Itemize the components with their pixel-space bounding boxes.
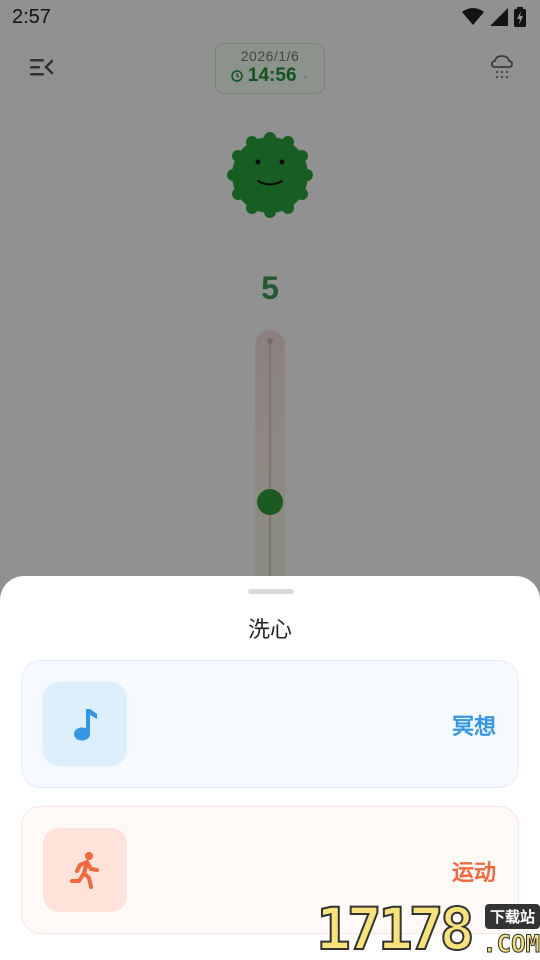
meditation-label: 冥想 <box>451 715 496 740</box>
running-person-icon <box>70 852 99 889</box>
sheet-drag-handle[interactable] <box>248 589 294 594</box>
watermark-suffix: .COM <box>482 930 540 959</box>
watermark-tag: 下载站 <box>484 904 540 929</box>
sheet-title: 洗心 <box>247 618 292 643</box>
exercise-label: 运动 <box>451 861 496 886</box>
watermark-number: 17178 <box>315 895 476 960</box>
meditation-card[interactable]: 冥想 <box>21 660 519 788</box>
music-note-icon <box>74 709 97 741</box>
meditation-icon-tile <box>43 682 127 766</box>
exercise-icon-tile <box>43 828 127 912</box>
site-watermark: 17178 下载站 .COM <box>315 895 540 960</box>
